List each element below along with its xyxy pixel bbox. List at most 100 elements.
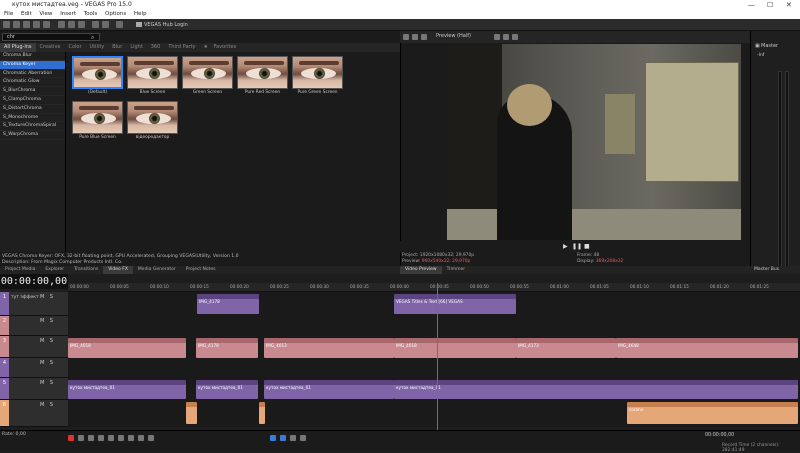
tab-favorites[interactable]: ★ Favorites [200, 43, 245, 52]
copy-snapshot-icon[interactable] [503, 34, 509, 40]
preset-default[interactable]: (Default) [72, 56, 123, 96]
next-frame-icon[interactable] [138, 435, 144, 441]
pause-icon[interactable] [108, 435, 114, 441]
preview-quality-dropdown[interactable]: Preview (Half) [436, 33, 471, 39]
split-screen-icon[interactable] [412, 34, 418, 40]
mute-solo-buttons[interactable]: M S [40, 338, 53, 344]
tab-color[interactable]: Color [64, 43, 85, 52]
plugin-item[interactable]: S_DistortChroma [0, 105, 65, 114]
plugin-item[interactable]: Chromatic Glow [0, 78, 65, 88]
mute-solo-buttons[interactable]: M S [40, 360, 53, 366]
track-header-audio[interactable]: 3 M S [0, 336, 68, 358]
undo-icon[interactable] [92, 21, 99, 28]
playhead-cursor[interactable] [437, 283, 438, 430]
mute-solo-buttons[interactable]: M S [40, 294, 53, 300]
minimize-icon[interactable]: — [748, 0, 755, 10]
tab-media-generator[interactable]: Media Generator [133, 266, 181, 274]
tab-explorer[interactable]: Explorer [40, 266, 69, 274]
preset-pure-green-screen[interactable]: Pure Green Screen [292, 56, 343, 96]
maximize-icon[interactable]: ☐ [767, 0, 773, 10]
timeline-marker-bar[interactable] [68, 274, 800, 283]
pause-icon[interactable]: ❚❚ [572, 243, 582, 250]
mute-solo-buttons[interactable]: M S [40, 380, 53, 386]
search-icon[interactable]: ⌕ [91, 34, 94, 42]
preset-blue-screen[interactable]: Blue Screen [127, 56, 178, 96]
tab-video-preview[interactable]: Video Preview [400, 266, 442, 274]
tab-creative[interactable]: Creative [36, 43, 65, 52]
menu-file[interactable]: File [4, 11, 13, 17]
fx-search-input[interactable]: chr [2, 33, 100, 41]
render-icon[interactable] [33, 21, 40, 28]
stop-icon[interactable] [118, 435, 124, 441]
redo-icon[interactable] [102, 21, 109, 28]
audio-event[interactable]: IMG_4178 [196, 338, 258, 358]
prev-frame-icon[interactable] [128, 435, 134, 441]
hub-login-button[interactable]: VEGAS Hub Login [136, 22, 188, 28]
mute-solo-buttons[interactable]: M S [40, 402, 53, 408]
plugin-item[interactable]: S_TextureChromaSpiral [0, 122, 65, 132]
video-event[interactable]: кутох мистадтеа_01 [264, 380, 394, 399]
audio-event[interactable]: IMG_4013 [264, 338, 394, 358]
master-bus-tab[interactable]: Master Bus [750, 266, 800, 274]
audio-event[interactable]: IMG_4018 [68, 338, 186, 358]
menu-help[interactable]: Help [134, 11, 147, 17]
cut-icon[interactable] [58, 21, 65, 28]
menu-tools[interactable]: Tools [84, 11, 98, 17]
snapping-icon[interactable] [116, 21, 123, 28]
tab-blur[interactable]: Blur [108, 43, 126, 52]
plugin-item[interactable]: S_WarpChroma [0, 131, 65, 140]
copy-icon[interactable] [68, 21, 75, 28]
zoom-tool-icon[interactable] [300, 435, 306, 441]
plugin-item[interactable]: S_Monochrome [0, 114, 65, 123]
preview-settings-icon[interactable] [403, 34, 409, 40]
open-icon[interactable] [13, 21, 20, 28]
plugin-item[interactable]: Chromatic Aberration [0, 70, 65, 79]
envelope-tool-icon[interactable] [280, 435, 286, 441]
tab-utility[interactable]: Utility [86, 43, 109, 52]
loop-icon[interactable] [78, 435, 84, 441]
video-event[interactable]: кутох мистадтеа_01 [68, 380, 186, 399]
plugin-item[interactable]: S_BlurChroma [0, 87, 65, 96]
timeline-timecode[interactable]: 00:00:00,00 [0, 274, 68, 289]
paste-icon[interactable] [78, 21, 85, 28]
properties-icon[interactable] [43, 21, 50, 28]
new-project-icon[interactable] [3, 21, 10, 28]
overlays-icon[interactable] [494, 34, 500, 40]
video-event[interactable]: IMG_4178 [197, 294, 259, 314]
audio-event[interactable]: IMG_4648 [616, 338, 798, 358]
record-icon[interactable] [68, 435, 74, 441]
tab-third-party[interactable]: Third Party [164, 43, 199, 52]
master-fx-icon[interactable]: ▣ [755, 43, 760, 49]
preview-quality-icon[interactable] [421, 34, 427, 40]
tab-video-fx[interactable]: Video FX [103, 266, 133, 274]
mute-solo-buttons[interactable]: M S [40, 318, 53, 324]
plugin-item[interactable]: S_ClampChroma [0, 96, 65, 105]
track-header-video[interactable]: 1 тут эффект M S [0, 292, 68, 316]
audio-event[interactable]: corona [627, 402, 798, 424]
menu-options[interactable]: Options [105, 11, 126, 17]
track-header-audio[interactable]: 2 M S [0, 316, 68, 336]
video-event[interactable]: кутох мистадтеа_01 [394, 380, 798, 399]
play-icon[interactable]: ▶ [563, 243, 568, 250]
timeline-ruler[interactable]: 00:00:00 00:00:05 00:00:10 00:00:15 00:0… [68, 283, 800, 292]
play-from-start-icon[interactable] [88, 435, 94, 441]
audio-event[interactable] [259, 402, 265, 424]
go-to-end-icon[interactable] [148, 435, 154, 441]
menu-edit[interactable]: Edit [21, 11, 32, 17]
tab-transitions[interactable]: Transitions [69, 266, 103, 274]
preset-green-screen[interactable]: Green Screen [182, 56, 233, 96]
tab-project-media[interactable]: Project Media [0, 266, 40, 274]
video-event[interactable]: кутох мистадтеа_01 [196, 380, 258, 399]
stop-icon[interactable]: ■ [584, 243, 590, 250]
preset-pure-blue-screen[interactable]: Pure Blue Screen [72, 101, 123, 141]
tab-trimmer[interactable]: Trimmer [442, 266, 471, 274]
track-header-audio[interactable]: 6 M S [0, 400, 68, 427]
selection-tool-icon[interactable] [290, 435, 296, 441]
tab-360[interactable]: 360 [147, 43, 165, 52]
track-name[interactable]: тут эффект [11, 295, 39, 300]
plugin-item[interactable]: Chroma Blur [0, 52, 65, 61]
tab-project-notes[interactable]: Project Notes [181, 266, 221, 274]
close-icon[interactable]: ✕ [786, 0, 792, 10]
video-event[interactable]: VEGAS Titles & Text [66] VEGAS [394, 294, 516, 314]
tab-light[interactable]: Light [126, 43, 146, 52]
